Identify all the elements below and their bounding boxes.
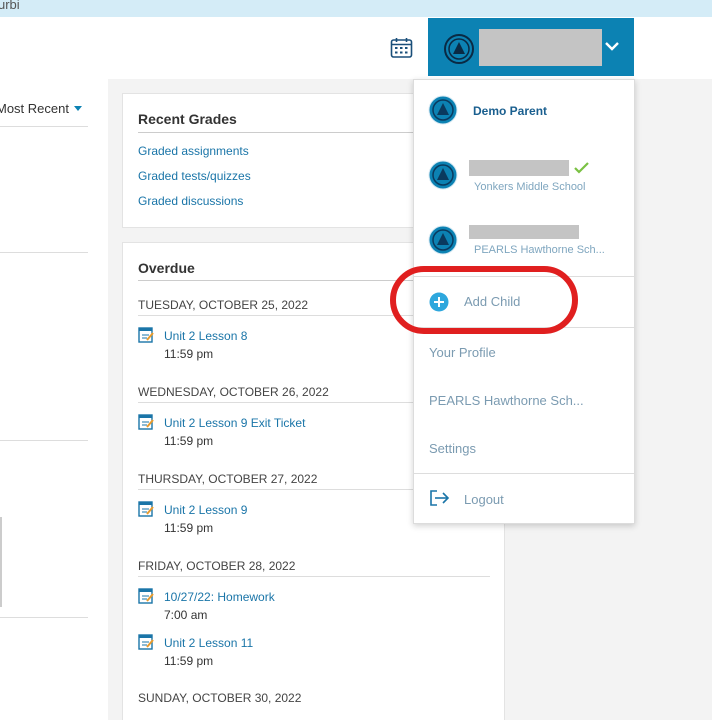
assignment-time: 11:59 pm bbox=[164, 654, 214, 668]
redacted-child-name bbox=[469, 160, 569, 176]
account-menu-button[interactable] bbox=[428, 18, 634, 76]
divider bbox=[0, 617, 88, 618]
logout-menu-item[interactable]: Logout bbox=[414, 474, 634, 524]
date-header: WEDNESDAY, OCTOBER 26, 2022 bbox=[138, 385, 329, 399]
assignment-icon bbox=[138, 501, 154, 517]
partial-element bbox=[0, 517, 2, 607]
graded-tests-link[interactable]: Graded tests/quizzes bbox=[138, 169, 251, 183]
child-school: Yonkers Middle School bbox=[474, 181, 586, 193]
annotation-highlight bbox=[390, 266, 578, 334]
assignment-link[interactable]: Unit 2 Lesson 11 bbox=[164, 636, 253, 650]
logout-label: Logout bbox=[464, 492, 504, 507]
assignment-link[interactable]: Unit 2 Lesson 9 bbox=[164, 503, 247, 517]
recent-grades-title: Recent Grades bbox=[138, 111, 237, 127]
left-column: Most Recent bbox=[0, 79, 108, 720]
parent-name: Demo Parent bbox=[473, 104, 548, 118]
divider bbox=[0, 126, 88, 127]
user-avatar-icon bbox=[444, 34, 474, 64]
assignment-link[interactable]: Unit 2 Lesson 9 Exit Ticket bbox=[164, 416, 305, 430]
menu-item-demo-parent[interactable]: Demo Parent bbox=[414, 80, 634, 144]
banner-text: urbi bbox=[0, 0, 20, 12]
redacted-child-name bbox=[469, 225, 579, 239]
assignment-icon bbox=[138, 414, 154, 430]
graded-assignments-link[interactable]: Graded assignments bbox=[138, 144, 249, 158]
date-header: SUNDAY, OCTOBER 30, 2022 bbox=[138, 691, 302, 705]
calendar-icon[interactable] bbox=[390, 37, 413, 59]
date-header: THURSDAY, OCTOBER 27, 2022 bbox=[138, 472, 318, 486]
divider bbox=[138, 132, 428, 133]
checkmark-icon bbox=[574, 162, 589, 174]
assignment-time: 11:59 pm bbox=[164, 521, 214, 535]
assignment-icon bbox=[138, 588, 154, 604]
your-profile-link[interactable]: Your Profile bbox=[429, 345, 496, 360]
assignment-time: 11:59 pm bbox=[164, 347, 214, 361]
user-avatar-icon bbox=[428, 225, 458, 255]
assignment-link[interactable]: Unit 2 Lesson 8 bbox=[164, 329, 247, 343]
divider bbox=[0, 440, 88, 441]
top-banner: urbi bbox=[0, 0, 712, 17]
user-avatar-icon bbox=[428, 95, 458, 125]
assignment-icon bbox=[138, 327, 154, 343]
settings-link[interactable]: Settings bbox=[429, 441, 476, 456]
sort-dropdown[interactable]: Most Recent bbox=[0, 101, 82, 116]
divider bbox=[138, 576, 490, 577]
user-avatar-icon bbox=[428, 160, 458, 190]
assignment-icon bbox=[138, 634, 154, 650]
menu-item-child-1[interactable]: Yonkers Middle School bbox=[414, 144, 634, 214]
redacted-user-name bbox=[479, 29, 602, 66]
header bbox=[0, 17, 712, 79]
overdue-title: Overdue bbox=[138, 260, 195, 276]
date-header: FRIDAY, OCTOBER 28, 2022 bbox=[138, 559, 296, 573]
assignment-time: 11:59 pm bbox=[164, 434, 214, 448]
assignment-time: 7:00 am bbox=[164, 608, 208, 622]
date-header: TUESDAY, OCTOBER 25, 2022 bbox=[138, 298, 309, 312]
chevron-down-icon[interactable] bbox=[604, 40, 620, 52]
recent-grades-card: Recent Grades Graded assignments Graded … bbox=[122, 93, 428, 228]
assignment-link[interactable]: 10/27/22: Homework bbox=[164, 590, 275, 604]
graded-discussions-link[interactable]: Graded discussions bbox=[138, 194, 243, 208]
sort-label: Most Recent bbox=[0, 101, 69, 116]
child-school: PEARLS Hawthorne Sch... bbox=[474, 244, 605, 256]
divider bbox=[0, 252, 88, 253]
school-link[interactable]: PEARLS Hawthorne Sch... bbox=[429, 393, 584, 408]
logout-icon bbox=[430, 490, 450, 506]
caret-down-icon bbox=[73, 106, 82, 111]
